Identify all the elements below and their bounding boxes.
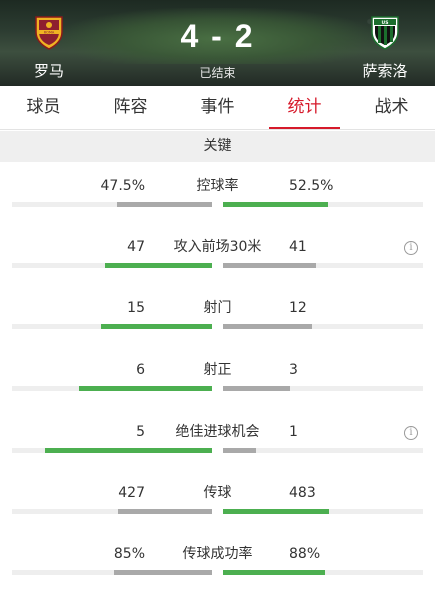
away-stat-value: 52.5% — [289, 178, 334, 194]
info-icon[interactable]: i — [404, 241, 418, 255]
home-bar-fill — [78, 386, 212, 391]
tab-lineup[interactable]: 阵容 — [87, 86, 174, 129]
away-bar-fill — [223, 324, 312, 329]
away-bar-track — [223, 570, 423, 575]
away-bar-track — [223, 263, 423, 268]
home-bar-fill — [100, 324, 212, 329]
away-stat-value: 12 — [289, 300, 307, 316]
home-bar-fill — [105, 263, 212, 268]
home-bar-track — [12, 386, 212, 391]
home-bar-track — [12, 448, 212, 453]
home-bar-track — [12, 202, 212, 207]
tab-stats[interactable]: 统计 — [261, 86, 348, 129]
stat-row-possession: 47.5% 控球率 52.5% — [0, 177, 435, 237]
stat-row-big-chances: 5 绝佳进球机会 1 i — [0, 423, 435, 483]
stat-row-pass-accuracy: 85% 传球成功率 88% — [0, 545, 435, 592]
away-bar-fill — [223, 570, 325, 575]
away-bar-track — [223, 202, 423, 207]
stat-name: 传球成功率 — [182, 546, 253, 562]
stat-name: 射正 — [203, 362, 232, 378]
home-bar-track — [12, 324, 212, 329]
away-bar-fill — [223, 509, 330, 514]
home-bar-track — [12, 263, 212, 268]
away-bar-track — [223, 509, 423, 514]
stat-row-final-third-entries: 47 攻入前场30米 41 i — [0, 238, 435, 298]
away-stat-value: 483 — [289, 485, 316, 501]
away-stat-value: 1 — [289, 424, 298, 440]
away-bar-fill — [223, 263, 317, 268]
stat-name: 射门 — [203, 300, 232, 316]
home-bar-fill — [45, 448, 212, 453]
info-icon[interactable]: i — [404, 426, 418, 440]
match-status: 已结束 — [199, 66, 236, 80]
home-bar-fill — [117, 202, 212, 207]
match-header: ROMA US 罗马 萨索洛 4 - 2 已结束 — [0, 0, 435, 86]
away-bar-track — [223, 324, 423, 329]
stat-name: 绝佳进球机会 — [175, 424, 260, 440]
section-header-key: 关键 — [0, 131, 435, 162]
match-score: 4 - 2 — [180, 18, 255, 54]
away-bar-track — [223, 386, 423, 391]
stat-row-shots: 15 射门 12 — [0, 299, 435, 359]
tab-events[interactable]: 事件 — [174, 86, 261, 129]
home-stat-value: 47.5% — [100, 178, 145, 194]
stat-name: 攻入前场30米 — [173, 239, 262, 255]
stat-row-passes: 427 传球 483 — [0, 484, 435, 544]
home-bar-track — [12, 509, 212, 514]
tab-tactics[interactable]: 战术 — [348, 86, 435, 129]
away-stat-value: 88% — [289, 546, 321, 562]
stat-row-shots-on-target: 6 射正 3 — [0, 361, 435, 421]
away-bar-track — [223, 448, 423, 453]
stat-name: 控球率 — [196, 178, 239, 194]
away-stat-value: 41 — [289, 239, 307, 255]
home-bar-fill — [113, 570, 212, 575]
tab-bar: 球员 阵容 事件 统计 战术 — [0, 86, 435, 130]
home-bar-fill — [118, 509, 212, 514]
away-stat-value: 3 — [289, 362, 298, 378]
away-bar-fill — [223, 386, 290, 391]
stat-name: 传球 — [203, 485, 232, 501]
home-bar-track — [12, 570, 212, 575]
away-bar-fill — [223, 202, 328, 207]
tab-players[interactable]: 球员 — [0, 86, 87, 129]
away-bar-fill — [223, 448, 257, 453]
